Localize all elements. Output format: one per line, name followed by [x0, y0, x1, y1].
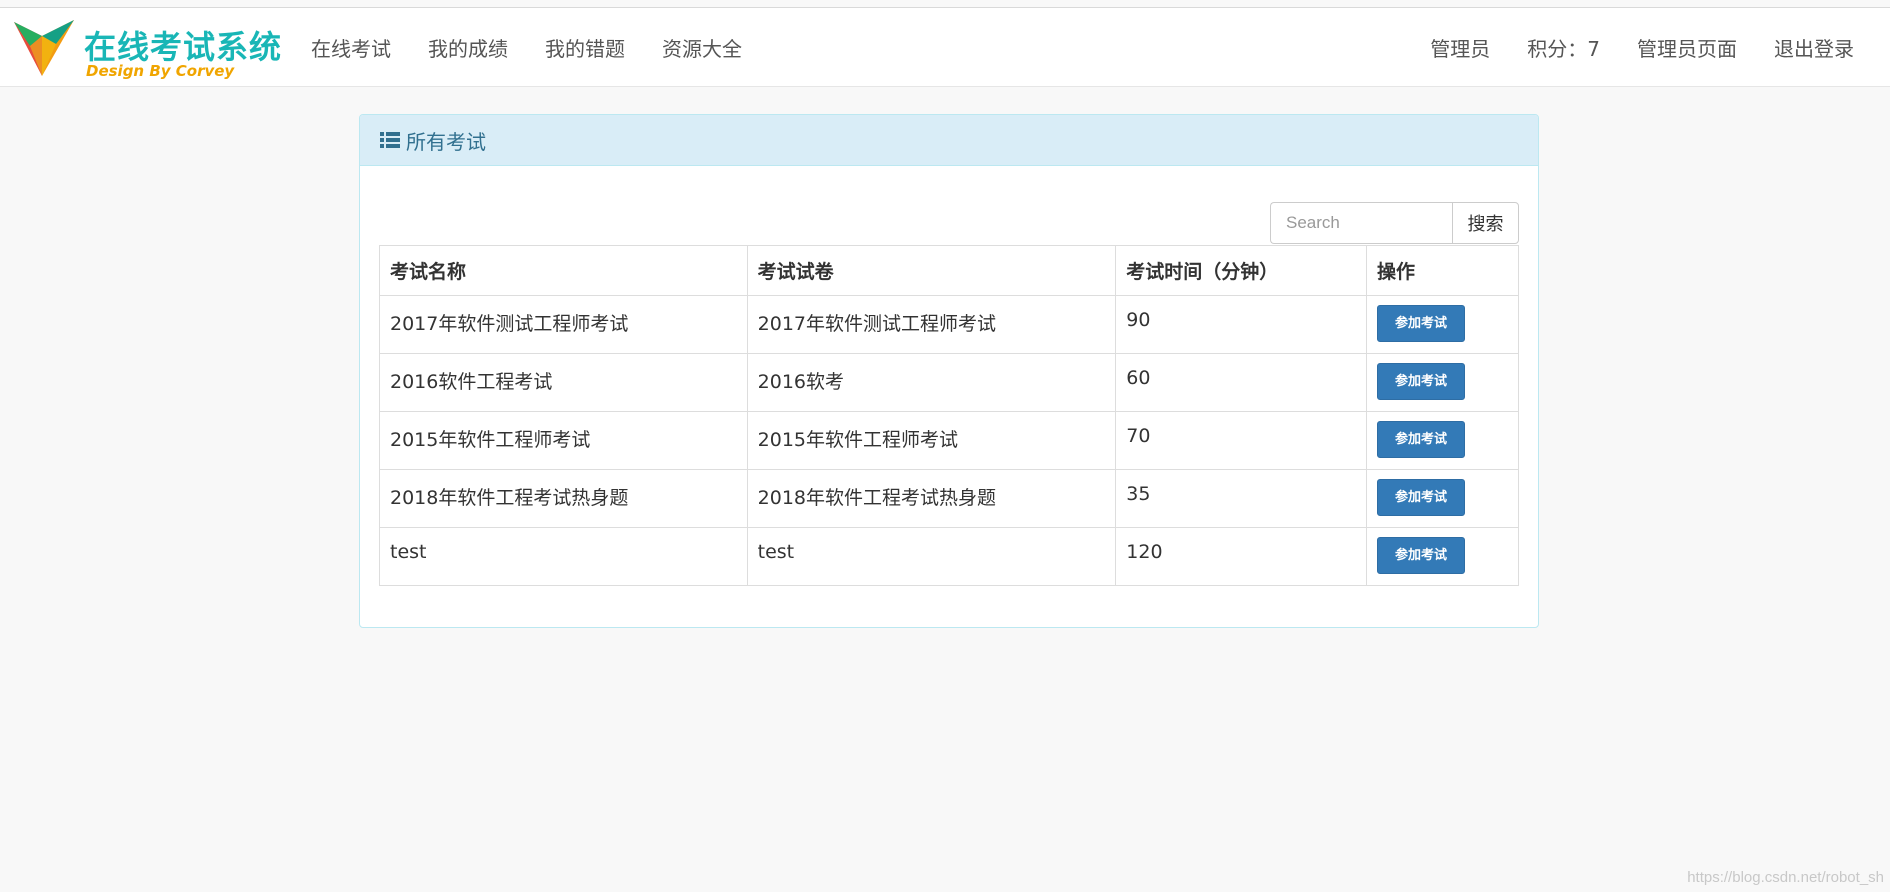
exam-name-cell: 2017年软件测试工程师考试 — [379, 295, 748, 354]
list-icon — [380, 131, 400, 149]
table-row: 2015年软件工程师考试 2015年软件工程师考试 70 参加考试 — [379, 411, 1519, 470]
panel-heading: 所有考试 — [360, 115, 1538, 166]
exams-table: 考试名称 考试试卷 考试时间（分钟） 操作 2017年软件测试工程师考试 201… — [379, 245, 1519, 586]
exam-duration-cell: 120 — [1115, 527, 1368, 586]
table-header-row: 考试名称 考试试卷 考试时间（分钟） 操作 — [379, 245, 1519, 296]
exam-name-cell: 2016软件工程考试 — [379, 353, 748, 412]
exam-duration-cell: 90 — [1115, 295, 1368, 354]
user-role-link[interactable]: 管理员 — [1430, 33, 1490, 62]
exam-name-cell: 2015年软件工程师考试 — [379, 411, 748, 470]
points-display: 积分：7 — [1527, 36, 1600, 61]
nav-online-exam[interactable]: 在线考试 — [311, 33, 391, 62]
exam-paper-cell: 2015年软件工程师考试 — [746, 411, 1117, 470]
brand-subtitle: Design By Corvey — [86, 62, 235, 80]
exam-paper-cell: 2016软考 — [746, 353, 1117, 412]
logo-v-icon — [14, 20, 74, 76]
table-row: 2018年软件工程考试热身题 2018年软件工程考试热身题 35 参加考试 — [379, 469, 1519, 528]
table-row: 2017年软件测试工程师考试 2017年软件测试工程师考试 90 参加考试 — [379, 295, 1519, 354]
search-button[interactable]: 搜索 — [1452, 202, 1519, 244]
exam-paper-cell: 2017年软件测试工程师考试 — [746, 295, 1117, 354]
join-exam-button[interactable]: 参加考试 — [1377, 479, 1466, 516]
exam-duration-cell: 60 — [1115, 353, 1368, 412]
admin-page-link[interactable]: 管理员页面 — [1637, 33, 1737, 62]
watermark-text: https://blog.csdn.net/robot_sh — [1687, 869, 1884, 886]
brand-logo[interactable]: 在线考试系统 Design By Corvey — [12, 16, 282, 80]
column-header-action: 操作 — [1366, 245, 1519, 296]
search-bar: 搜索 — [1270, 202, 1519, 244]
search-input[interactable] — [1270, 202, 1452, 244]
exam-duration-cell: 70 — [1115, 411, 1368, 470]
action-cell: 参加考试 — [1366, 411, 1519, 470]
join-exam-button[interactable]: 参加考试 — [1377, 305, 1466, 342]
exam-paper-cell: test — [746, 527, 1117, 586]
column-header-exam-name: 考试名称 — [379, 245, 748, 296]
exam-name-cell: test — [379, 527, 748, 586]
top-navbar: 在线考试系统 Design By Corvey 在线考试 我的成绩 我的错题 资… — [0, 8, 1890, 87]
join-exam-button[interactable]: 参加考试 — [1377, 421, 1466, 458]
column-header-exam-duration: 考试时间（分钟） — [1115, 245, 1368, 296]
action-cell: 参加考试 — [1366, 353, 1519, 412]
join-exam-button[interactable]: 参加考试 — [1377, 363, 1466, 400]
logout-link[interactable]: 退出登录 — [1774, 33, 1854, 62]
nav-resources[interactable]: 资源大全 — [662, 33, 742, 62]
user-nav: 管理员 积分：7 管理员页面 退出登录 — [1393, 8, 1854, 86]
exam-duration-cell: 35 — [1115, 469, 1368, 528]
action-cell: 参加考试 — [1366, 295, 1519, 354]
join-exam-button[interactable]: 参加考试 — [1377, 537, 1466, 574]
action-cell: 参加考试 — [1366, 469, 1519, 528]
exam-paper-cell: 2018年软件工程考试热身题 — [746, 469, 1117, 528]
main-nav: 在线考试 我的成绩 我的错题 资源大全 — [311, 8, 779, 86]
table-row: test test 120 参加考试 — [379, 527, 1519, 586]
nav-my-mistakes[interactable]: 我的错题 — [545, 33, 625, 62]
column-header-exam-paper: 考试试卷 — [746, 245, 1117, 296]
exam-name-cell: 2018年软件工程考试热身题 — [379, 469, 748, 528]
panel-title: 所有考试 — [406, 129, 486, 154]
action-cell: 参加考试 — [1366, 527, 1519, 586]
exams-panel: 所有考试 搜索 考试名称 考试试卷 考试时间（分钟） 操作 2017年软件测试工… — [359, 114, 1539, 628]
table-row: 2016软件工程考试 2016软考 60 参加考试 — [379, 353, 1519, 412]
nav-my-scores[interactable]: 我的成绩 — [428, 33, 508, 62]
